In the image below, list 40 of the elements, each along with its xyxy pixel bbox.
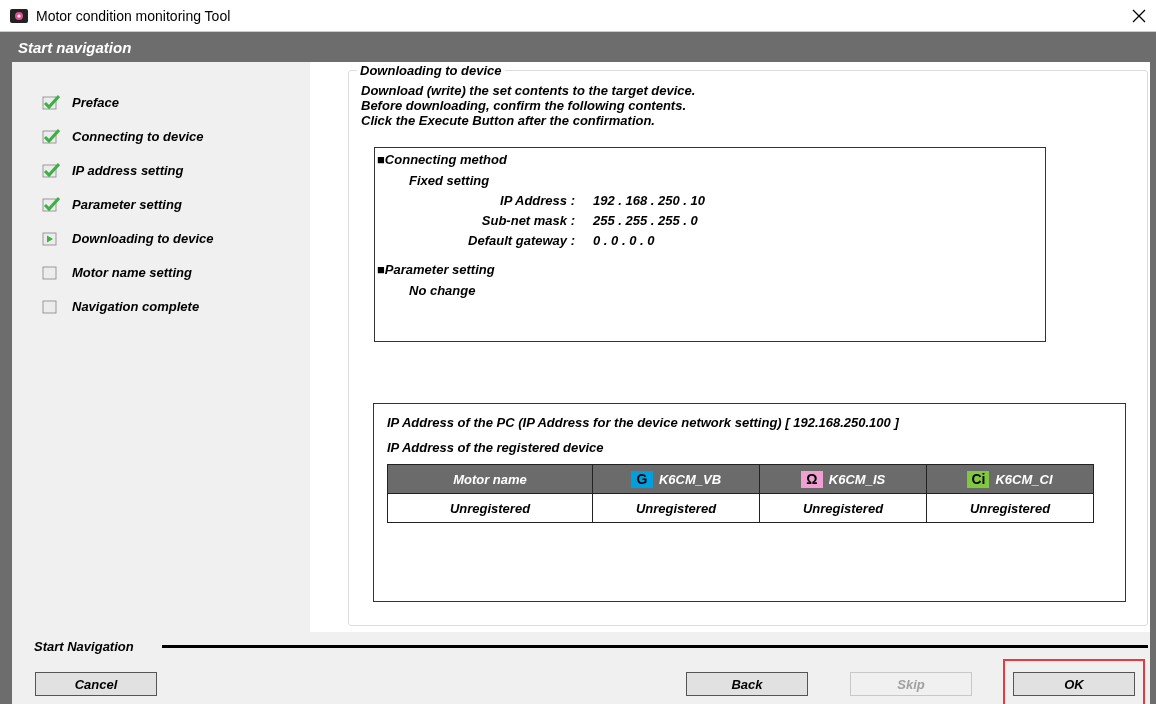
step-label: Downloading to device	[72, 230, 214, 246]
table-cell: Unregistered	[926, 493, 1094, 523]
footer-button[interactable]: Cancel	[35, 672, 157, 696]
section-heading: ■Parameter setting	[377, 262, 496, 279]
field-label: Default gateway :	[467, 232, 575, 248]
footer-label: Start Navigation	[34, 638, 134, 654]
column-header: G K6CM_VB	[592, 464, 760, 494]
step-label: Parameter setting	[72, 196, 182, 212]
field-value: 0 . 0 . 0 . 0	[592, 232, 655, 248]
section-value: Fixed setting	[409, 172, 490, 188]
registry-caption: IP Address of the registered device	[387, 440, 604, 455]
step-label: Motor name setting	[72, 264, 192, 280]
field-label: Sub-net mask :	[480, 212, 575, 228]
device-icon: G	[630, 470, 653, 488]
column-header: Motor name	[387, 464, 593, 494]
column-header: Ci K6CM_CI	[926, 464, 1094, 494]
table-cell: Unregistered	[387, 493, 593, 523]
table-cell: Unregistered	[759, 493, 927, 523]
step-label: Navigation complete	[72, 298, 200, 314]
table-cell: Unregistered	[592, 493, 760, 523]
field-value: 192 . 168 . 250 . 10	[592, 192, 706, 208]
device-icon: Ω	[800, 470, 823, 488]
field-label: IP Address :	[499, 192, 575, 208]
close-icon[interactable]	[1132, 8, 1146, 23]
section-value: No change	[409, 282, 476, 298]
group-title: Downloading to device	[357, 63, 505, 78]
field-value: 255 . 255 . 255 . 0	[592, 212, 698, 228]
instructions-text: Download (write) the set contents to the target device. Before downloading, confirm the following contents. Click the Execute Button after the confirmation.	[361, 83, 697, 128]
footer-button[interactable]: Back	[686, 672, 808, 696]
pc-address-text: IP Address of the PC (IP Address for the device network setting) [ 192.168.250.100 ]	[387, 415, 899, 430]
window-title: Motor condition monitoring Tool	[36, 7, 232, 24]
section-heading: ■Connecting method	[377, 152, 508, 169]
device-icon: Ci	[967, 470, 990, 488]
header-title: Start navigation	[18, 38, 132, 56]
step-label: Connecting to device	[72, 128, 204, 144]
step-label: Preface	[72, 94, 119, 110]
step-label: IP address setting	[72, 162, 184, 178]
footer-button[interactable]: OK	[1013, 672, 1135, 696]
column-header: Ω K6CM_IS	[759, 464, 927, 494]
app-icon	[10, 8, 28, 23]
